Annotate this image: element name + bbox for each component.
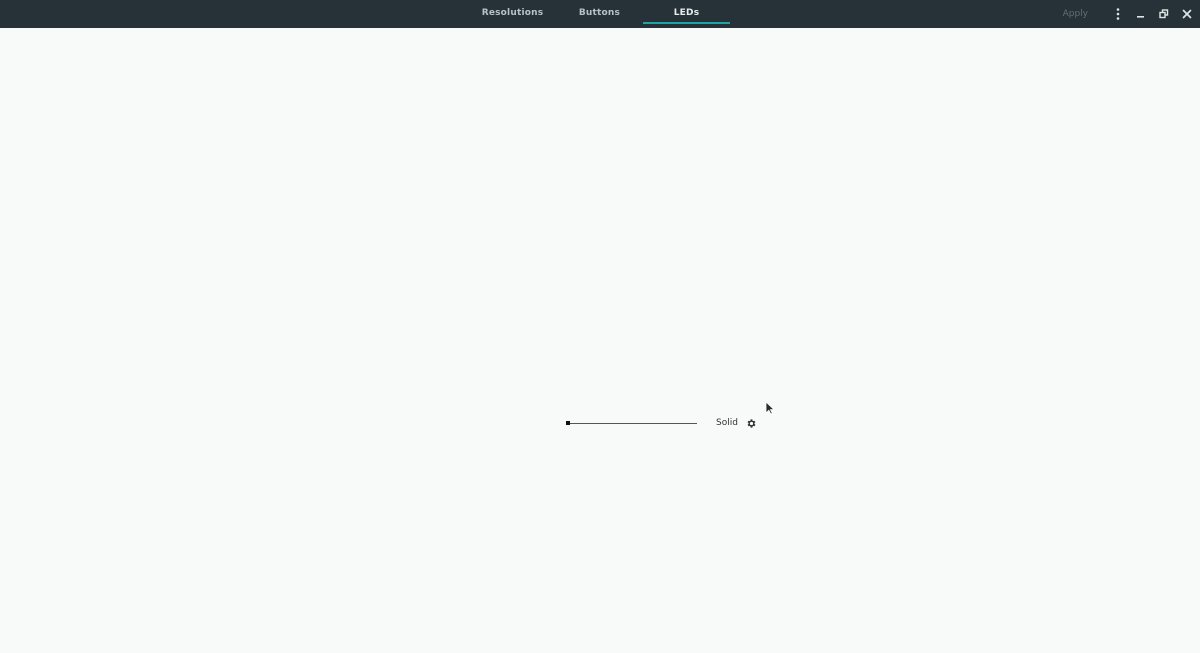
close-icon[interactable] [1175,0,1198,28]
tab-leds[interactable]: LEDs [643,0,730,24]
window-controls: Apply [1063,0,1200,28]
gear-icon[interactable] [746,417,758,429]
slider-knob[interactable] [566,421,570,425]
slider-track [568,423,697,424]
kebab-menu-icon[interactable] [1106,0,1129,28]
led-settings-row: Solid [566,414,758,432]
minimize-icon[interactable] [1129,0,1152,28]
led-mode-label: Solid [716,418,738,428]
mouse-cursor-icon [765,400,776,419]
tab-buttons[interactable]: Buttons [556,0,643,28]
brightness-slider[interactable] [566,414,697,432]
tab-bar: Resolutions Buttons LEDs [469,0,730,28]
restore-icon[interactable] [1152,0,1175,28]
header-bar: Resolutions Buttons LEDs Apply [0,0,1200,28]
apply-button[interactable]: Apply [1063,9,1088,19]
tab-resolutions[interactable]: Resolutions [469,0,556,28]
